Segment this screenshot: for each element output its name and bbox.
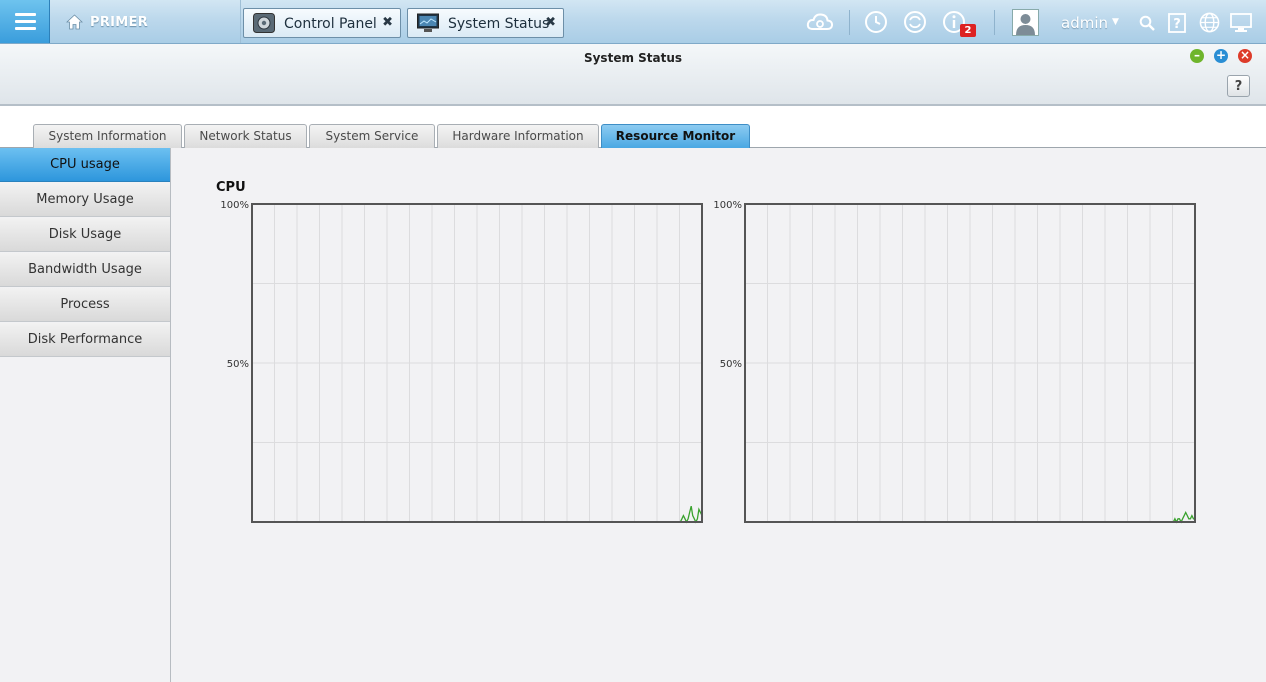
tab-system-information[interactable]: System Information [33, 124, 182, 148]
sidebar-item-bandwidth-usage[interactable]: Bandwidth Usage [0, 253, 170, 287]
sidebar-item-disk-performance[interactable]: Disk Performance [0, 323, 170, 357]
username[interactable]: admin [1061, 14, 1108, 32]
app-tab-control-panel[interactable]: Control Panel ✖ [243, 8, 401, 38]
chart-tick-label: 100% [220, 200, 249, 211]
top-bar: PRIMER Control Panel ✖ System Status ✖ 2… [0, 0, 1266, 44]
control-panel-icon [253, 13, 275, 33]
help-button[interactable]: ? [1227, 75, 1250, 97]
close-icon[interactable]: ✖ [382, 15, 393, 30]
svg-text:?: ? [1173, 17, 1181, 32]
window-title: System Status [583, 51, 683, 65]
notification-badge: 2 [960, 24, 976, 37]
chart-tick-label: 100% [713, 200, 742, 211]
window-header: System Status – + × ? [0, 44, 1266, 106]
desktop-icon[interactable] [1230, 13, 1252, 33]
sidebar: CPU usage Memory Usage Disk Usage Bandwi… [0, 148, 171, 682]
sidebar-item-memory-usage[interactable]: Memory Usage [0, 183, 170, 217]
tab-system-service[interactable]: System Service [309, 124, 435, 148]
divider [994, 10, 995, 35]
home-button[interactable]: PRIMER [50, 0, 241, 43]
cloud-icon[interactable] [806, 10, 834, 34]
tab-network-status[interactable]: Network Status [184, 124, 307, 148]
chart-tick-label: 50% [227, 359, 249, 370]
clock-icon[interactable] [864, 10, 888, 34]
minimize-button[interactable]: – [1190, 49, 1204, 63]
chart-tick-label: 50% [720, 359, 742, 370]
monitor-icon [417, 13, 439, 32]
main-menu-button[interactable] [0, 0, 50, 43]
tab-hardware-information[interactable]: Hardware Information [437, 124, 599, 148]
hamburger-line [15, 20, 36, 23]
device-name: PRIMER [90, 15, 149, 30]
maximize-button[interactable]: + [1214, 49, 1228, 63]
sync-icon[interactable] [903, 10, 927, 34]
close-icon[interactable]: ✖ [545, 15, 556, 30]
user-icon [1016, 14, 1035, 35]
app-tab-label: Control Panel [284, 16, 377, 32]
section-title: CPU [216, 180, 246, 195]
help-icon[interactable]: ? [1168, 13, 1186, 33]
sidebar-item-process[interactable]: Process [0, 288, 170, 322]
chevron-down-icon[interactable]: ▼ [1112, 17, 1119, 27]
hamburger-line [15, 27, 36, 30]
search-icon[interactable] [1139, 15, 1155, 31]
hamburger-line [15, 13, 36, 16]
globe-icon[interactable] [1199, 12, 1220, 33]
tab-strip: System Information Network Status System… [0, 106, 1266, 148]
close-window-button[interactable]: × [1238, 49, 1252, 63]
app-tab-system-status[interactable]: System Status ✖ [407, 8, 564, 38]
app-tab-label: System Status [448, 16, 550, 32]
sidebar-item-disk-usage[interactable]: Disk Usage [0, 218, 170, 252]
cpu-charts: 100% 50% 100% 50% [220, 200, 1196, 524]
avatar[interactable] [1012, 9, 1039, 36]
sidebar-item-cpu-usage[interactable]: CPU usage [0, 148, 170, 182]
tab-resource-monitor[interactable]: Resource Monitor [601, 124, 750, 148]
home-icon [66, 14, 83, 30]
divider [849, 10, 850, 35]
